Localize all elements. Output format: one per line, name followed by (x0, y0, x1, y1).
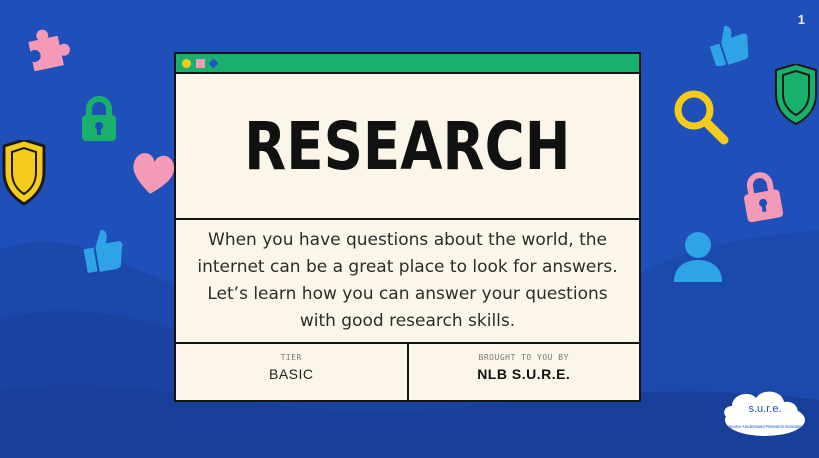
heart-icon (133, 153, 175, 194)
puzzle-icon (28, 29, 71, 72)
thumbs-up-icon (709, 25, 749, 66)
diamond-icon (208, 58, 219, 68)
shield-icon (775, 64, 817, 126)
logo-text: s.u.r.e. (748, 403, 781, 415)
slide-title: RESEARCH (244, 107, 571, 185)
research-card: RESEARCH When you have questions about t… (174, 52, 641, 402)
sure-logo: s.u.r.e. Source·Understand·Research·Eval… (724, 391, 805, 436)
tier-value: BASIC (268, 366, 314, 382)
brought-by-cell: BROUGHT TO YOU BY NLB S.U.R.E. (406, 344, 640, 402)
thumbs-up-icon (83, 230, 123, 273)
lock-icon (744, 172, 784, 223)
brought-by-value: NLB S.U.R.E. (477, 366, 571, 382)
slide-description: When you have questions about the world,… (197, 230, 618, 331)
page-number: 1 (797, 12, 805, 27)
tier-label: TIER (280, 353, 302, 362)
magnifier-icon (674, 90, 729, 145)
user-icon (674, 232, 722, 282)
title-section: RESEARCH (176, 74, 639, 220)
lock-icon (82, 96, 116, 141)
circle-icon (182, 58, 191, 68)
meta-row: TIER BASIC BROUGHT TO YOU BY NLB S.U.R.E… (176, 344, 639, 402)
description-section: When you have questions about the world,… (176, 220, 639, 344)
tier-cell: TIER BASIC (176, 344, 407, 402)
square-icon (196, 58, 205, 68)
logo-tagline: Source·Understand·Research·Evaluate (728, 424, 802, 429)
shield-icon (2, 140, 46, 206)
brought-by-label: BROUGHT TO YOU BY (478, 353, 569, 362)
window-titlebar (176, 54, 639, 74)
